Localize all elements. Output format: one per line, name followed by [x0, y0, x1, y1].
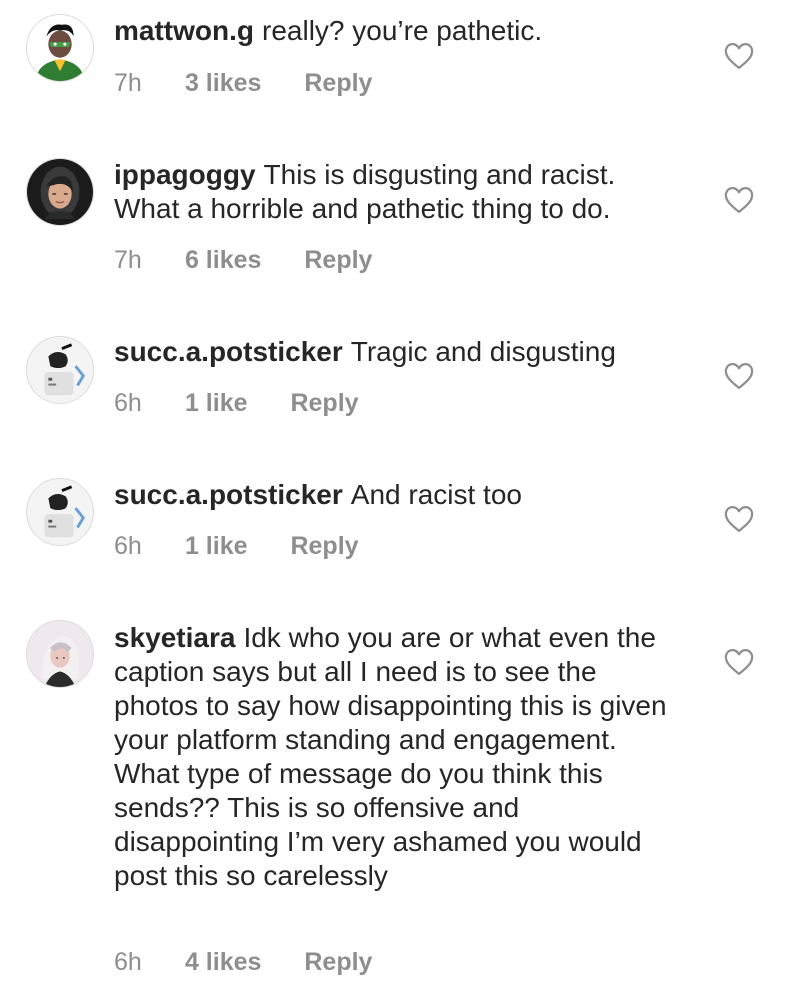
comment-like-count[interactable]: 6 likes — [185, 245, 261, 275]
photo-avatar-icon[interactable] — [26, 478, 94, 546]
comment-like-count[interactable]: 1 like — [185, 388, 248, 418]
woman-portrait-avatar-icon[interactable] — [26, 620, 94, 688]
heart-outline-icon[interactable] — [724, 362, 754, 390]
reply-button[interactable]: Reply — [304, 947, 372, 977]
comment-text: really? you’re pathetic. — [262, 15, 543, 46]
comment-username[interactable]: succ.a.potsticker — [114, 336, 343, 367]
comment-timestamp[interactable]: 6h — [114, 388, 178, 418]
reply-button[interactable]: Reply — [290, 388, 358, 418]
comment-username[interactable]: skyetiara — [114, 622, 235, 653]
comment-meta: 7h 3 likes Reply — [114, 68, 372, 98]
reply-button[interactable]: Reply — [304, 245, 372, 275]
heart-outline-icon[interactable] — [724, 186, 754, 214]
reply-button[interactable]: Reply — [290, 531, 358, 561]
comment-body: skyetiara Idk who you are or what even th… — [114, 621, 684, 893]
comment-body: succ.a.potsticker Tragic and disgusting — [114, 335, 684, 369]
comment-text: And racist too — [350, 479, 522, 510]
heart-outline-icon[interactable] — [724, 505, 754, 533]
comment-body: ippagoggy This is disgusting and racist. … — [114, 158, 684, 226]
comment-timestamp[interactable]: 7h — [114, 245, 178, 275]
woman-portrait-avatar-icon[interactable] — [26, 158, 94, 226]
comment-timestamp[interactable]: 6h — [114, 531, 178, 561]
heart-outline-icon[interactable] — [724, 42, 754, 70]
comment-timestamp[interactable]: 7h — [114, 68, 178, 98]
comment-meta: 7h 6 likes Reply — [114, 245, 372, 275]
comment-body: succ.a.potsticker And racist too — [114, 478, 684, 512]
comment-username[interactable]: ippagoggy — [114, 159, 256, 190]
comment-username[interactable]: succ.a.potsticker — [114, 479, 343, 510]
comment-like-count[interactable]: 3 likes — [185, 68, 261, 98]
heart-outline-icon[interactable] — [724, 648, 754, 676]
comment-meta: 6h 1 like Reply — [114, 531, 359, 561]
comment-meta: 6h 1 like Reply — [114, 388, 359, 418]
comment-meta: 6h 4 likes Reply — [114, 947, 372, 977]
comment-username[interactable]: mattwon.g — [114, 15, 254, 46]
comment-text: Idk who you are or what even the caption… — [114, 622, 667, 891]
superhero-avatar-icon[interactable] — [26, 14, 94, 82]
comment-body: mattwon.g really? you’re pathetic. — [114, 14, 684, 48]
comment-like-count[interactable]: 4 likes — [185, 947, 261, 977]
comment-timestamp[interactable]: 6h — [114, 947, 178, 977]
comment-like-count[interactable]: 1 like — [185, 531, 248, 561]
photo-avatar-icon[interactable] — [26, 336, 94, 404]
comment-text: Tragic and disgusting — [350, 336, 616, 367]
reply-button[interactable]: Reply — [304, 68, 372, 98]
